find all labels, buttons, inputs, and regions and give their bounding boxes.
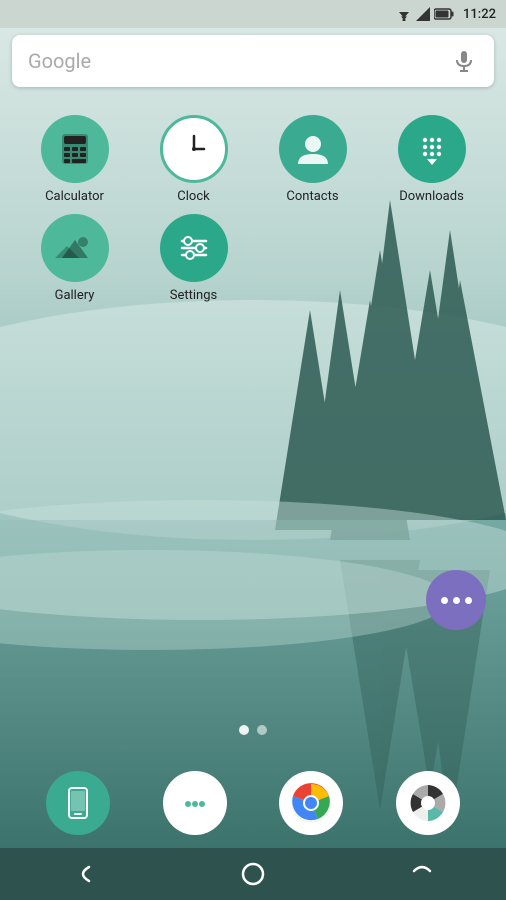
nav-bar xyxy=(0,848,506,900)
search-placeholder: Google xyxy=(28,49,450,73)
app-item-clock[interactable]: Clock xyxy=(134,115,253,204)
contacts-label: Contacts xyxy=(286,189,338,204)
fab-dots xyxy=(441,597,472,604)
status-icons: 11:22 xyxy=(396,7,496,22)
dock xyxy=(0,761,506,845)
clock-label: Clock xyxy=(177,189,209,204)
app-item-downloads[interactable]: Downloads xyxy=(372,115,491,204)
calculator-icon xyxy=(41,115,109,183)
page-dot-1[interactable] xyxy=(239,725,249,735)
settings-icon xyxy=(160,214,228,282)
downloads-icon xyxy=(398,115,466,183)
wifi-icon xyxy=(396,7,412,21)
gallery-label: Gallery xyxy=(55,288,95,303)
downloads-label: Downloads xyxy=(399,189,464,204)
dock-chrome[interactable] xyxy=(279,771,343,835)
back-button[interactable] xyxy=(71,861,97,887)
gallery-icon xyxy=(41,214,109,282)
app-item-settings[interactable]: Settings xyxy=(134,214,253,303)
battery-icon xyxy=(434,8,454,20)
app-grid: Calculator Clock Contacts xyxy=(0,105,506,313)
calculator-label: Calculator xyxy=(45,189,104,204)
contacts-icon xyxy=(279,115,347,183)
mic-icon[interactable] xyxy=(450,47,478,75)
settings-label: Settings xyxy=(170,288,217,303)
app-item-gallery[interactable]: Gallery xyxy=(15,214,134,303)
fab-dot-3 xyxy=(465,597,472,604)
fab-dot-1 xyxy=(441,597,448,604)
clock-icon xyxy=(160,115,228,183)
status-bar: 11:22 xyxy=(0,0,506,28)
search-bar[interactable]: Google xyxy=(12,35,494,87)
dock-camera[interactable] xyxy=(396,771,460,835)
app-item-calculator[interactable]: Calculator xyxy=(15,115,134,204)
dock-phone[interactable] xyxy=(46,771,110,835)
status-time: 11:22 xyxy=(463,7,496,22)
app-item-contacts[interactable]: Contacts xyxy=(253,115,372,204)
more-options-button[interactable] xyxy=(426,570,486,630)
fab-dot-2 xyxy=(453,597,460,604)
page-indicators xyxy=(239,725,267,735)
home-button[interactable] xyxy=(240,861,266,887)
signal-icon xyxy=(416,7,430,21)
recents-button[interactable] xyxy=(409,861,435,887)
page-dot-2[interactable] xyxy=(257,725,267,735)
dock-messages[interactable] xyxy=(163,771,227,835)
